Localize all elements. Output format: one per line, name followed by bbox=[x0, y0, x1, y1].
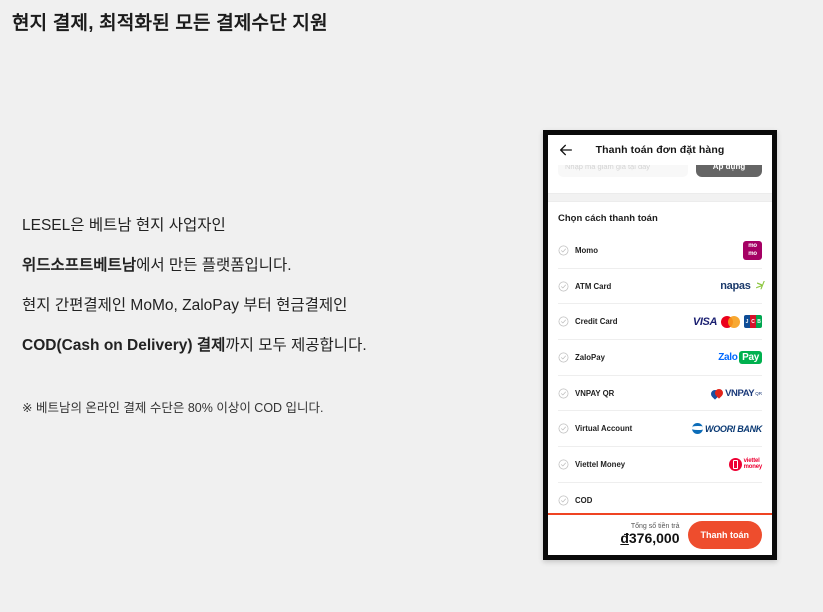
check-circle-icon[interactable] bbox=[558, 388, 569, 399]
payment-option-momo[interactable]: Momo mo mo bbox=[558, 233, 762, 269]
payment-option-viettel-money[interactable]: Viettel Money viettel money bbox=[558, 447, 762, 483]
viettel-money-logo-mark: viettel money bbox=[728, 457, 763, 471]
vnpay-logo-word: VNPAY bbox=[725, 387, 755, 399]
momo-logo: mo mo bbox=[743, 240, 762, 260]
arrow-left-icon[interactable] bbox=[558, 142, 574, 158]
visa-logo: VISA bbox=[692, 315, 717, 328]
coupon-apply-button[interactable]: Áp dụng bbox=[696, 165, 762, 177]
app-header-title: Thanh toán đơn đặt hàng bbox=[595, 144, 725, 156]
check-circle-icon[interactable] bbox=[558, 281, 569, 292]
vnpay-logo: VNPAY QR bbox=[709, 384, 762, 402]
copy-line-3-text: 현지 간편결제인 MoMo, ZaloPay 부터 현금결제인 bbox=[22, 297, 348, 314]
napas-logo-mark: ≯ bbox=[754, 280, 764, 293]
order-total-amount: đ376,000 bbox=[620, 530, 680, 547]
momo-logo-line2: mo bbox=[748, 251, 757, 258]
payment-section-title: Chọn cách thanh toán bbox=[558, 213, 658, 224]
payment-option-label: COD bbox=[575, 495, 593, 505]
zalopay-logo: Zalo Pay bbox=[718, 348, 762, 366]
footnote: ※ 베트남의 온라인 결제 수단은 80% 이상이 COD 입니다. bbox=[22, 401, 324, 415]
currency-symbol: đ bbox=[620, 530, 629, 547]
viettel-money-logo: viettel money bbox=[728, 455, 763, 473]
copy-line-2-text: 에서 만든 플랫폼입니다. bbox=[136, 257, 292, 274]
momo-logo-mark: mo mo bbox=[743, 240, 762, 260]
vnpay-logo-mark: VNPAY QR bbox=[709, 386, 762, 400]
copy-line-4-text: 까지 모두 제공합니다. bbox=[225, 337, 367, 354]
copy-line-3: 현지 간편결제인 MoMo, ZaloPay 부터 현금결제인 bbox=[22, 286, 442, 326]
payment-option-label: Viettel Money bbox=[575, 459, 626, 469]
order-total: Tổng số tiền trả đ376,000 bbox=[620, 523, 679, 546]
phone-screen: Thanh toán đơn đặt hàng Nhập mã giảm giá… bbox=[548, 135, 772, 555]
zalopay-logo-zalo: Zalo bbox=[718, 351, 738, 363]
mastercard-logo bbox=[721, 315, 740, 328]
woori-circle-icon bbox=[692, 423, 703, 435]
momo-logo-line1: mo bbox=[748, 242, 757, 249]
payment-option-label: Virtual Account bbox=[575, 424, 633, 434]
section-divider bbox=[548, 193, 772, 202]
payment-option-vnpay-qr[interactable]: VNPAY QR VNPAY QR bbox=[558, 376, 762, 412]
copy-line-2: 위드소프트베트남에서 만든 플랫폼입니다. bbox=[22, 246, 442, 286]
payment-method-list: Chọn cách thanh toán Momo mo mo ATM Card… bbox=[548, 202, 772, 513]
woori-bank-logo: WOORI BANK bbox=[692, 420, 762, 438]
card-network-logos: VISA J C B bbox=[693, 313, 762, 331]
jcb-logo: J C B bbox=[744, 315, 762, 329]
payment-option-label: VNPAY QR bbox=[575, 388, 615, 398]
check-circle-icon[interactable] bbox=[558, 495, 569, 506]
body-copy: LESEL은 베트남 현지 사업자인 위드소프트베트남에서 만든 플랫폼입니다.… bbox=[22, 206, 442, 366]
check-circle-icon[interactable] bbox=[558, 316, 569, 327]
viettel-logo-line2: money bbox=[743, 464, 763, 471]
pay-now-button[interactable]: Thanh toán bbox=[687, 521, 762, 549]
phone-mockup: Thanh toán đơn đặt hàng Nhập mã giảm giá… bbox=[543, 130, 777, 560]
payment-option-label: Momo bbox=[575, 245, 598, 255]
check-circle-icon[interactable] bbox=[558, 352, 569, 363]
payment-option-label: ATM Card bbox=[575, 281, 612, 291]
payment-option-atm-card[interactable]: ATM Card napas ≯ bbox=[558, 269, 764, 305]
copy-line-2-bold: 위드소프트베트남 bbox=[22, 257, 137, 274]
order-total-value: 376,000 bbox=[628, 530, 680, 547]
checkout-bottom-bar: Tổng số tiền trả đ376,000 Thanh toán bbox=[548, 513, 772, 555]
zalopay-logo-mark: Zalo Pay bbox=[718, 350, 762, 364]
check-circle-icon[interactable] bbox=[558, 245, 569, 256]
payment-option-credit-card[interactable]: Credit Card VISA J C B bbox=[558, 304, 762, 341]
check-circle-icon[interactable] bbox=[558, 423, 569, 434]
jcb-logo-b: B bbox=[756, 315, 762, 329]
check-circle-icon[interactable] bbox=[558, 459, 569, 470]
coupon-row: Nhập mã giảm giá tại đây Áp dụng bbox=[548, 165, 772, 193]
viettel-money-logo-words: viettel money bbox=[743, 458, 763, 471]
payment-option-virtual-account[interactable]: Virtual Account WOORI BANK bbox=[558, 411, 762, 448]
payment-option-cod[interactable]: COD bbox=[558, 483, 762, 513]
napas-logo: napas ≯ bbox=[720, 277, 764, 295]
vnpay-heart-icon bbox=[709, 386, 725, 400]
payment-option-label: Credit Card bbox=[575, 317, 618, 327]
app-header: Thanh toán đơn đặt hàng bbox=[548, 135, 772, 165]
copy-line-4: COD(Cash on Delivery) 결제까지 모두 제공합니다. bbox=[22, 326, 442, 366]
woori-bank-logo-word: WOORI BANK bbox=[705, 423, 762, 434]
woori-bank-logo-mark: WOORI BANK bbox=[692, 423, 762, 435]
viettel-circle-icon bbox=[728, 457, 742, 471]
coupon-code-input[interactable]: Nhập mã giảm giá tại đây bbox=[558, 165, 688, 177]
vnpay-logo-sup: QR bbox=[755, 390, 762, 396]
zalopay-logo-pay: Pay bbox=[739, 350, 762, 364]
page-title: 현지 결제, 최적화된 모든 결제수단 지원 bbox=[12, 13, 328, 34]
payment-option-label: ZaloPay bbox=[575, 352, 605, 362]
copy-line-1-text: LESEL은 베트남 현지 사업자인 bbox=[22, 217, 226, 234]
napas-logo-word: napas bbox=[720, 280, 751, 293]
copy-line-1: LESEL은 베트남 현지 사업자인 bbox=[22, 206, 442, 246]
copy-line-4-bold: COD(Cash on Delivery) 결제 bbox=[22, 337, 226, 354]
payment-option-zalopay[interactable]: ZaloPay Zalo Pay bbox=[558, 340, 762, 376]
